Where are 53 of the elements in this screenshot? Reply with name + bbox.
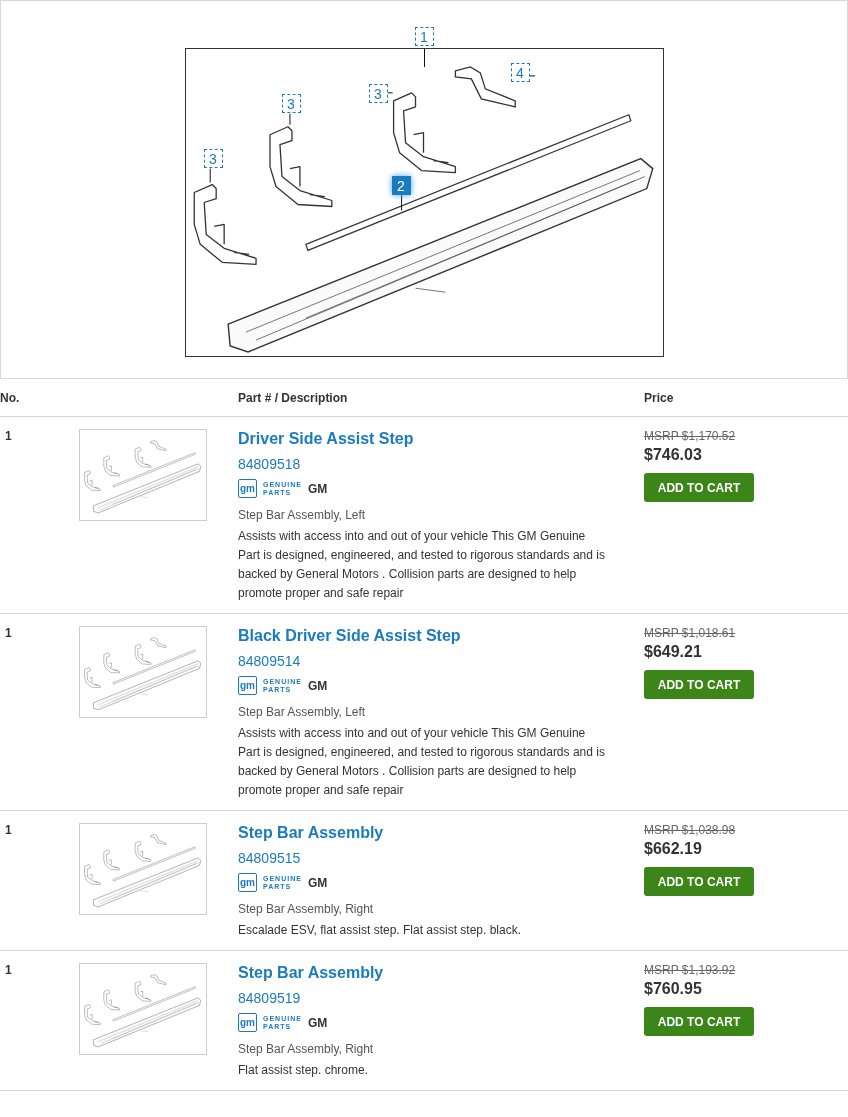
brand-name: GM <box>307 481 328 496</box>
brand-name: GM <box>307 1015 328 1030</box>
item-number: 1 <box>4 823 12 837</box>
msrp-price: MSRP $1,038.98 <box>644 823 736 837</box>
sale-price: $649.21 <box>644 643 702 661</box>
item-number: 1 <box>4 429 12 443</box>
part-description: Flat assist step. chrome. <box>238 1062 370 1079</box>
part-title-link[interactable]: Step Bar Assembly <box>238 963 384 983</box>
add-to-cart-button[interactable]: ADD TO CART <box>644 1007 754 1036</box>
column-header: No. <box>0 390 20 405</box>
part-thumbnail-drawing[interactable] <box>79 429 207 521</box>
brand-name: GM <box>307 875 328 890</box>
item-number: 1 <box>4 963 12 977</box>
msrp-price: MSRP $1,193.92 <box>644 963 736 977</box>
sale-price: $746.03 <box>644 446 702 464</box>
brand-name: GM <box>307 678 328 693</box>
part-thumbnail-drawing[interactable] <box>79 626 207 718</box>
logo-mark: gm <box>238 1013 257 1032</box>
part-description: Assists with access into and out of your vehicle This GM Genuine Part is designed, engineered, and tested to rigorous standards and is backed by General Motors . Collision parts are designed to help promote proper and safe repair <box>238 528 606 602</box>
part-subtitle: Step Bar Assembly, Left <box>238 508 366 522</box>
part-number-link[interactable]: 84809519 <box>238 990 301 1006</box>
callout-number[interactable]: 2 <box>391 176 411 195</box>
part-description: Escalade ESV, flat assist step. Flat assist step. black. <box>238 922 523 939</box>
column-header: Price <box>644 390 674 405</box>
column-header: Part # / Description <box>238 390 348 405</box>
sale-price: $662.19 <box>644 840 702 858</box>
logo-mark: gm <box>238 676 257 695</box>
part-subtitle: Step Bar Assembly, Right <box>238 902 374 916</box>
part-title-link[interactable]: Step Bar Assembly <box>238 823 384 843</box>
logo-mark: gm <box>238 873 257 892</box>
part-subtitle: Step Bar Assembly, Right <box>238 1042 374 1056</box>
callout-number[interactable]: 3 <box>281 94 301 113</box>
callout-number[interactable]: 4 <box>510 63 530 82</box>
part-thumbnail-drawing[interactable] <box>79 823 207 915</box>
sale-price: $760.95 <box>644 980 702 998</box>
add-to-cart-button[interactable]: ADD TO CART <box>644 670 754 699</box>
part-number-link[interactable]: 84809514 <box>238 653 301 669</box>
part-number-link[interactable]: 84809515 <box>238 850 301 866</box>
part-title-link[interactable]: Driver Side Assist Step <box>238 429 414 449</box>
part-subtitle: Step Bar Assembly, Left <box>238 705 366 719</box>
item-number: 1 <box>4 626 12 640</box>
part-number-link[interactable]: 84809518 <box>238 456 301 472</box>
logo-mark: gm <box>238 479 257 498</box>
callout-number[interactable]: 3 <box>203 149 223 168</box>
part-thumbnail-drawing[interactable] <box>79 963 207 1055</box>
msrp-price: MSRP $1,170.52 <box>644 429 736 443</box>
add-to-cart-button[interactable]: ADD TO CART <box>644 867 754 896</box>
callout-number[interactable]: 1 <box>414 27 434 46</box>
msrp-price: MSRP $1,018.61 <box>644 626 736 640</box>
add-to-cart-button[interactable]: ADD TO CART <box>644 473 754 502</box>
part-title-link[interactable]: Black Driver Side Assist Step <box>238 626 461 646</box>
part-description: Assists with access into and out of your vehicle This GM Genuine Part is designed, engineered, and tested to rigorous standards and is backed by General Motors . Collision parts are designed to help promote proper and safe repair <box>238 725 606 799</box>
callout-number[interactable]: 3 <box>368 84 388 103</box>
